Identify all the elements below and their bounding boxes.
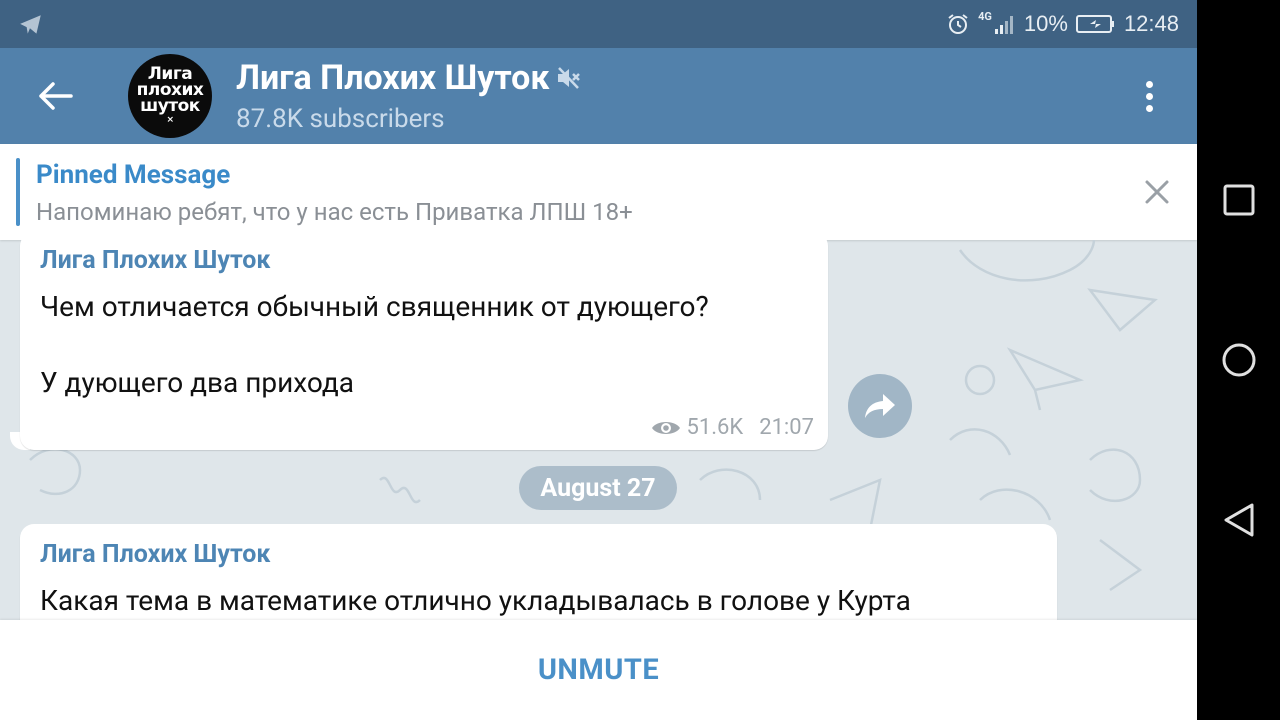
message-bubble[interactable]: Лига Плохих Шуток Какая тема в математик… [20, 524, 1057, 620]
channel-avatar[interactable]: Лига плохих шуток × [128, 54, 212, 138]
back-button[interactable] [30, 76, 80, 116]
unmute-button[interactable]: UNMUTE [538, 653, 659, 687]
message-bubble[interactable]: Лига Плохих Шуток Чем отличается обычный… [20, 240, 828, 450]
telegram-screen: 4G 10% 12:48 Лига плохих шуток × Лига Пл… [0, 0, 1197, 720]
avatar-mark: × [166, 115, 174, 125]
status-icons: 4G 10% 12:48 [946, 0, 1179, 48]
pinned-text: Напоминаю ребят, что у нас есть Приватка… [36, 198, 633, 226]
channel-title[interactable]: Лига Плохих Шуток [236, 58, 581, 98]
subscriber-count: 87.8K subscribers [236, 104, 445, 134]
more-options-button[interactable] [1131, 76, 1167, 116]
android-nav-bar [1197, 0, 1280, 720]
pinned-message-bar[interactable]: Pinned Message Напоминаю ребят, что у на… [0, 144, 1197, 240]
views-count: 51.6K [686, 415, 744, 440]
message-author: Лига Плохих Шуток [40, 540, 271, 569]
signal-icon [994, 16, 1013, 34]
status-bar: 4G 10% 12:48 [0, 0, 1197, 48]
share-arrow-icon [865, 394, 895, 418]
message-text-line: Какая тема в математике отлично укладыва… [40, 584, 911, 617]
avatar-line-3: шуток [140, 96, 200, 116]
pinned-title: Pinned Message [36, 160, 231, 190]
menu-dot [1145, 92, 1153, 100]
message-meta: 51.6K 21:07 [651, 415, 814, 440]
chat-header: Лига плохих шуток × Лига Плохих Шуток 87… [0, 48, 1197, 144]
telegram-notification-icon [20, 15, 41, 34]
muted-speaker-icon [558, 67, 581, 89]
message-author: Лига Плохих Шуток [40, 246, 271, 275]
share-button[interactable] [848, 374, 912, 438]
message-text-line: Чем отличается обычный священник от дующ… [40, 290, 709, 323]
battery-percent: 10% [1023, 11, 1068, 36]
back-nav-button[interactable] [1197, 490, 1280, 550]
date-separator: August 27 [519, 466, 677, 510]
home-button[interactable] [1197, 330, 1280, 390]
message-text-line: У дующего два прихода [40, 366, 355, 399]
alarm-icon [948, 14, 968, 34]
menu-dot [1145, 80, 1153, 88]
close-icon [1145, 180, 1169, 204]
chat-area[interactable]: Лига Плохих Шуток Чем отличается обычный… [0, 240, 1197, 620]
battery-charging-icon [1075, 15, 1114, 33]
circle-icon [1222, 343, 1255, 377]
clock: 12:48 [1123, 11, 1179, 36]
network-type: 4G [978, 10, 992, 23]
square-icon [1223, 184, 1254, 216]
bottom-bar: UNMUTE [0, 620, 1197, 720]
channel-name: Лига Плохих Шуток [236, 58, 550, 98]
triangle-back-icon [1224, 503, 1253, 537]
views-counter: 51.6K [651, 415, 744, 440]
pinned-accent-bar [16, 158, 20, 226]
eye-icon [651, 421, 680, 434]
arrow-left-icon [39, 82, 73, 110]
menu-dot [1145, 104, 1153, 112]
message-time: 21:07 [759, 415, 814, 440]
recents-button[interactable] [1197, 170, 1280, 230]
close-pinned-button[interactable] [1139, 174, 1175, 210]
